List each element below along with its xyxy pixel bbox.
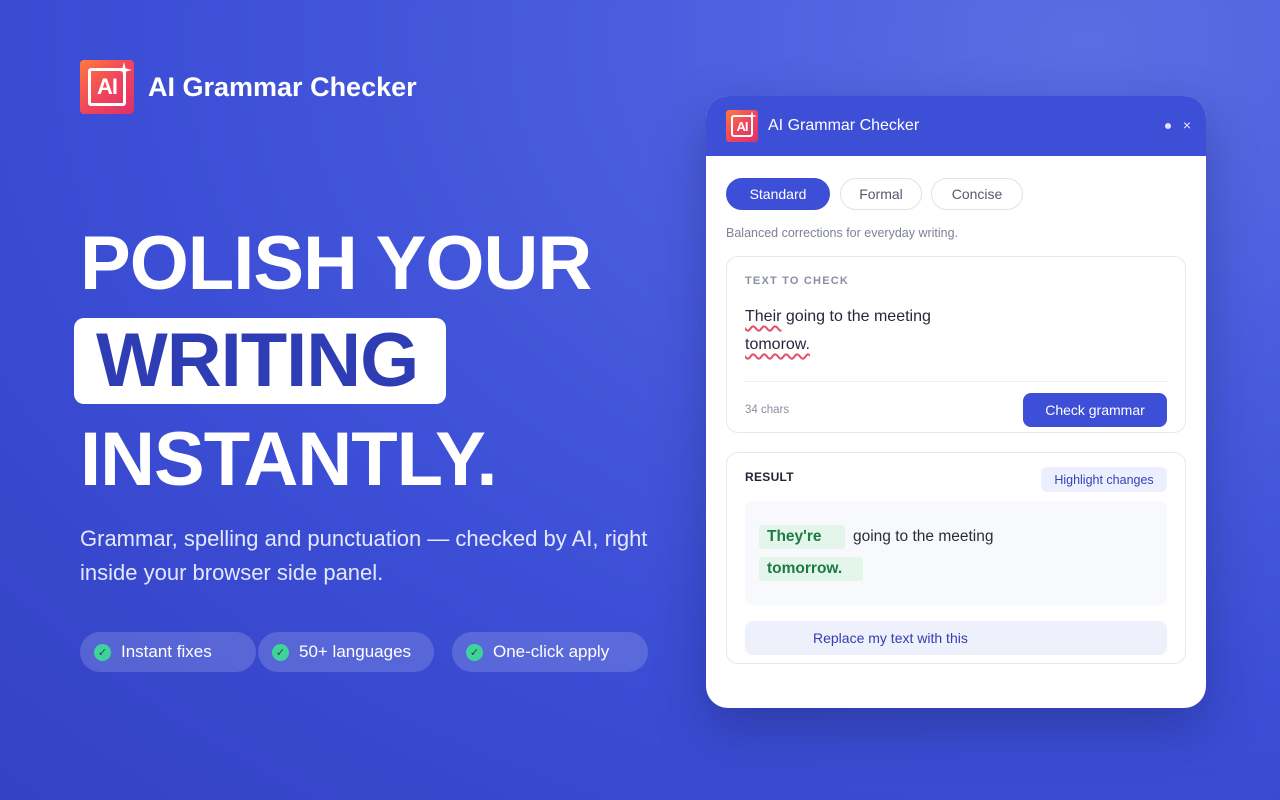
corrected-word: They're: [759, 525, 845, 549]
feature-label: 50+ languages: [299, 642, 412, 661]
headline-line-2-highlight: WRITING: [74, 318, 446, 404]
app-icon: AI: [80, 60, 134, 114]
highlight-changes-button[interactable]: Highlight changes: [1041, 467, 1167, 492]
result-card: RESULT Highlight changes They're going t…: [726, 452, 1186, 664]
panel-app-icon: AI: [726, 110, 758, 142]
headline-line-1: POLISH YOUR: [80, 221, 592, 306]
result-text-segment: going to the meeting: [853, 528, 994, 545]
feature-pill-instant-fixes: ✓ Instant fixes: [80, 632, 256, 672]
panel-title: AI Grammar Checker: [768, 117, 920, 134]
text-input-area[interactable]: Their going to the meeting tomorow.: [745, 303, 931, 359]
tab-concise[interactable]: Concise: [931, 178, 1023, 210]
error-word: Their: [745, 308, 782, 325]
close-icon[interactable]: ×: [1183, 117, 1191, 133]
char-count: 34 chars: [745, 404, 790, 416]
replace-text-button[interactable]: Replace my text with this: [745, 621, 1167, 655]
sparkle-icon: [747, 111, 757, 121]
feature-label: Instant fixes: [121, 642, 212, 661]
input-text-segment: going to the meeting: [781, 308, 931, 325]
status-dot-icon: [1165, 123, 1171, 129]
feature-pill-languages: ✓ 50+ languages: [258, 632, 434, 672]
check-circle-icon: ✓: [272, 643, 289, 661]
result-label: RESULT: [745, 470, 794, 484]
sparkle-icon: [116, 62, 132, 78]
mode-description: Balanced corrections for everyday writin…: [726, 226, 959, 240]
input-label: TEXT TO CHECK: [745, 275, 850, 287]
hero-subtitle: Grammar, spelling and punctuation — chec…: [80, 526, 648, 585]
side-panel: AI AI Grammar Checker × Standard Formal …: [706, 96, 1206, 708]
tab-formal[interactable]: Formal: [840, 178, 922, 210]
brand-name: AI Grammar Checker: [148, 71, 417, 102]
feature-label: One-click apply: [493, 642, 610, 661]
text-input-card: TEXT TO CHECK Their going to the meeting…: [726, 256, 1186, 433]
feature-pill-one-click: ✓ One-click apply: [452, 632, 648, 672]
divider: [745, 381, 1167, 382]
result-text-box: They're going to the meeting tomorrow.: [745, 501, 1167, 605]
headline-line-3: INSTANTLY.: [80, 417, 497, 502]
check-circle-icon: ✓: [94, 643, 111, 661]
brand-logo: AI AI Grammar Checker: [80, 60, 417, 114]
check-circle-icon: ✓: [466, 643, 483, 661]
error-word: tomorow.: [745, 336, 810, 353]
check-grammar-button[interactable]: Check grammar: [1023, 393, 1167, 427]
corrected-word: tomorrow.: [759, 557, 863, 581]
tab-standard[interactable]: Standard: [726, 178, 830, 210]
panel-header: AI AI Grammar Checker ×: [706, 96, 1206, 156]
